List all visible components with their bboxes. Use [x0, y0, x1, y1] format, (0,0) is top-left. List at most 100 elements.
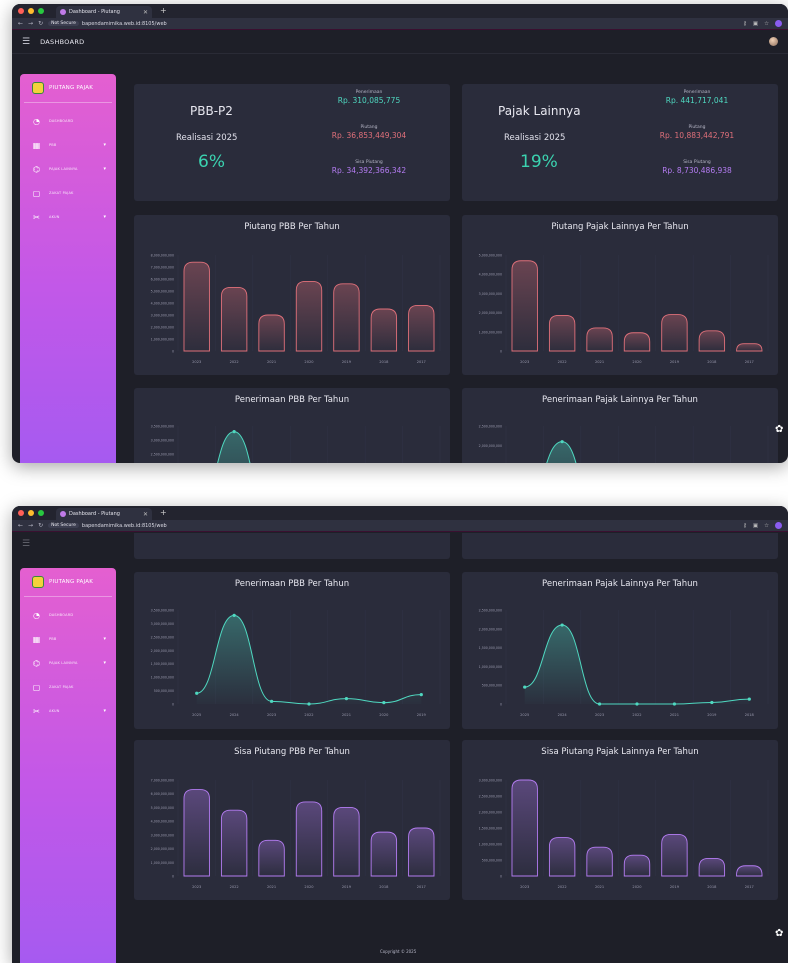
minimize-window-button[interactable] [28, 510, 34, 516]
favicon-icon [60, 511, 66, 517]
settings-gear-icon[interactable]: ✿ [775, 928, 786, 939]
browser-window-top: Dashboard - Piutang ✕ + ← → ↻ Not Secure… [12, 4, 788, 463]
sidebar-item-label: AKUN [49, 215, 60, 219]
penerimaan-value: Rp. 441,717,041 [665, 96, 729, 105]
browser-tab[interactable]: Dashboard - Piutang ✕ [56, 508, 152, 520]
y-tick-label: 1,500,000,000 [151, 662, 174, 666]
sidebar-item-pbb[interactable]: ▦ PBB ▾ [20, 133, 116, 157]
data-point [232, 613, 236, 617]
x-tick-label: 2024 [558, 713, 568, 717]
forward-icon[interactable]: → [28, 20, 33, 27]
app-header: ☰ DASHBOARD [12, 30, 788, 54]
maximize-window-button[interactable] [38, 8, 44, 14]
bar [408, 827, 435, 877]
extension-icon[interactable]: ▣ [753, 21, 758, 27]
y-tick-label: 2,000,000,000 [151, 847, 174, 851]
user-icon: ✂ [33, 706, 40, 716]
summary-percent: 6% [198, 152, 225, 172]
back-icon[interactable]: ← [18, 20, 23, 27]
sidebar-item-label: PBB [49, 637, 57, 641]
y-tick-label: 6,000,000,000 [151, 278, 174, 282]
maximize-window-button[interactable] [38, 510, 44, 516]
browser-tab[interactable]: Dashboard - Piutang ✕ [56, 6, 152, 18]
profile-icon[interactable] [775, 20, 782, 27]
reload-icon[interactable]: ↻ [38, 522, 43, 529]
sidebar-item-label: AKUN [49, 709, 60, 713]
y-tick-label: 8,000,000,000 [151, 254, 174, 258]
bar [333, 806, 360, 877]
browser-window-bottom: Dashboard - Piutang ✕ + ← → ↻ Not Secure… [12, 506, 788, 963]
sisa-value: Rp. 34,392,366,342 [331, 166, 407, 175]
data-point [523, 685, 527, 689]
key-icon[interactable]: ⚷ [743, 523, 747, 529]
sidebar-brand[interactable]: PIUTANG PAJAK [24, 74, 112, 103]
new-tab-icon[interactable]: + [160, 6, 167, 15]
sidebar-item-dashboard[interactable]: ◔ DASHBOARD [20, 109, 116, 133]
new-tab-icon[interactable]: + [160, 508, 167, 517]
chevron-down-icon: ▾ [103, 660, 106, 666]
url-field[interactable]: Not Secure bapendamimika.web.id:8105/web [48, 21, 167, 27]
sidebar-brand[interactable]: PIUTANG PAJAK [24, 568, 112, 597]
y-tick-label: 1,000,000,000 [479, 665, 502, 669]
close-window-button[interactable] [18, 510, 24, 516]
url-field[interactable]: Not Secure bapendamimika.web.id:8105/web [48, 523, 167, 529]
not-secure-badge[interactable]: Not Secure [48, 523, 79, 528]
bar [333, 283, 360, 352]
settings-gear-icon[interactable]: ✿ [775, 424, 786, 435]
close-tab-icon[interactable]: ✕ [143, 9, 148, 16]
y-tick-label: 1,500,000,000 [479, 827, 502, 831]
y-tick-label: 2,000,000,000 [151, 649, 174, 653]
avatar[interactable] [769, 37, 778, 46]
bar [548, 315, 576, 352]
sidebar-item-zakat[interactable]: ▢ ZAKAT PAJAK [20, 181, 116, 205]
sidebar-item-zakat[interactable]: ▢ ZAKAT PAJAK [20, 675, 116, 699]
x-tick-label: 2020 [632, 885, 642, 889]
chart-title: Sisa Piutang Pajak Lainnya Per Tahun [541, 747, 699, 757]
sidebar: PIUTANG PAJAK ◔ DASHBOARD ▦ PBB ▾ ⌬ PAJAK LA… [20, 568, 116, 963]
x-tick-label: 2025 [192, 713, 201, 717]
x-tick-label: 2020 [379, 713, 389, 717]
chart-title: Penerimaan Pajak Lainnya Per Tahun [542, 395, 698, 405]
data-point [710, 700, 714, 705]
back-icon[interactable]: ← [18, 522, 23, 529]
data-point [560, 440, 564, 444]
hamburger-icon[interactable]: ☰ [22, 539, 30, 549]
extension-icon[interactable]: ▣ [753, 523, 758, 529]
sidebar-item-akun[interactable]: ✂ AKUN ▾ [20, 205, 116, 229]
sidebar-item-pajak-lainnya[interactable]: ⌬ PAJAK LAINNYA ▾ [20, 157, 116, 181]
area-fill [196, 615, 422, 704]
profile-icon[interactable] [775, 522, 782, 529]
key-icon[interactable]: ⚷ [743, 21, 747, 27]
star-icon[interactable]: ☆ [764, 523, 769, 529]
url-text: bapendamimika.web.id:8105/web [81, 522, 167, 529]
close-tab-icon[interactable]: ✕ [143, 511, 148, 518]
y-tick-label: 4,000,000,000 [479, 273, 502, 277]
bar [258, 314, 285, 352]
sidebar: PIUTANG PAJAK ◔ DASHBOARD ▦ PBB ▾ ⌬ PAJAK LA… [20, 74, 116, 463]
x-tick-label: 2021 [595, 885, 604, 889]
y-tick-label: 5,000,000,000 [151, 290, 174, 294]
chevron-down-icon: ▾ [103, 708, 106, 714]
bar [408, 304, 435, 352]
building-icon: ▦ [32, 634, 41, 644]
penerimaan-pbb-chart: 0 500,000,000 1,000,000,000 1,500,000,000 2,… [151, 609, 441, 717]
sidebar-item-pajak-lainnya[interactable]: ⌬ PAJAK LAINNYA ▾ [20, 651, 116, 675]
x-tick-label: 2024 [230, 713, 240, 717]
forward-icon[interactable]: → [28, 522, 33, 529]
tab-title: Dashboard - Piutang [69, 511, 120, 517]
minimize-window-button[interactable] [28, 8, 34, 14]
not-secure-badge[interactable]: Not Secure [48, 21, 79, 26]
sidebar-item-akun[interactable]: ✂ AKUN ▾ [20, 699, 116, 723]
sidebar-item-dashboard[interactable]: ◔ DASHBOARD [20, 603, 116, 627]
hamburger-icon[interactable]: ☰ [22, 37, 30, 47]
reload-icon[interactable]: ↻ [38, 20, 43, 27]
data-point [195, 691, 199, 695]
sidebar-item-pbb[interactable]: ▦ PBB ▾ [20, 627, 116, 651]
star-icon[interactable]: ☆ [764, 21, 769, 27]
close-window-button[interactable] [18, 8, 24, 14]
bar [220, 286, 248, 352]
bar [586, 846, 613, 877]
x-tick-label: 2017 [745, 360, 754, 364]
x-tick-label: 2018 [379, 360, 389, 364]
building-icon: ▦ [32, 140, 41, 150]
